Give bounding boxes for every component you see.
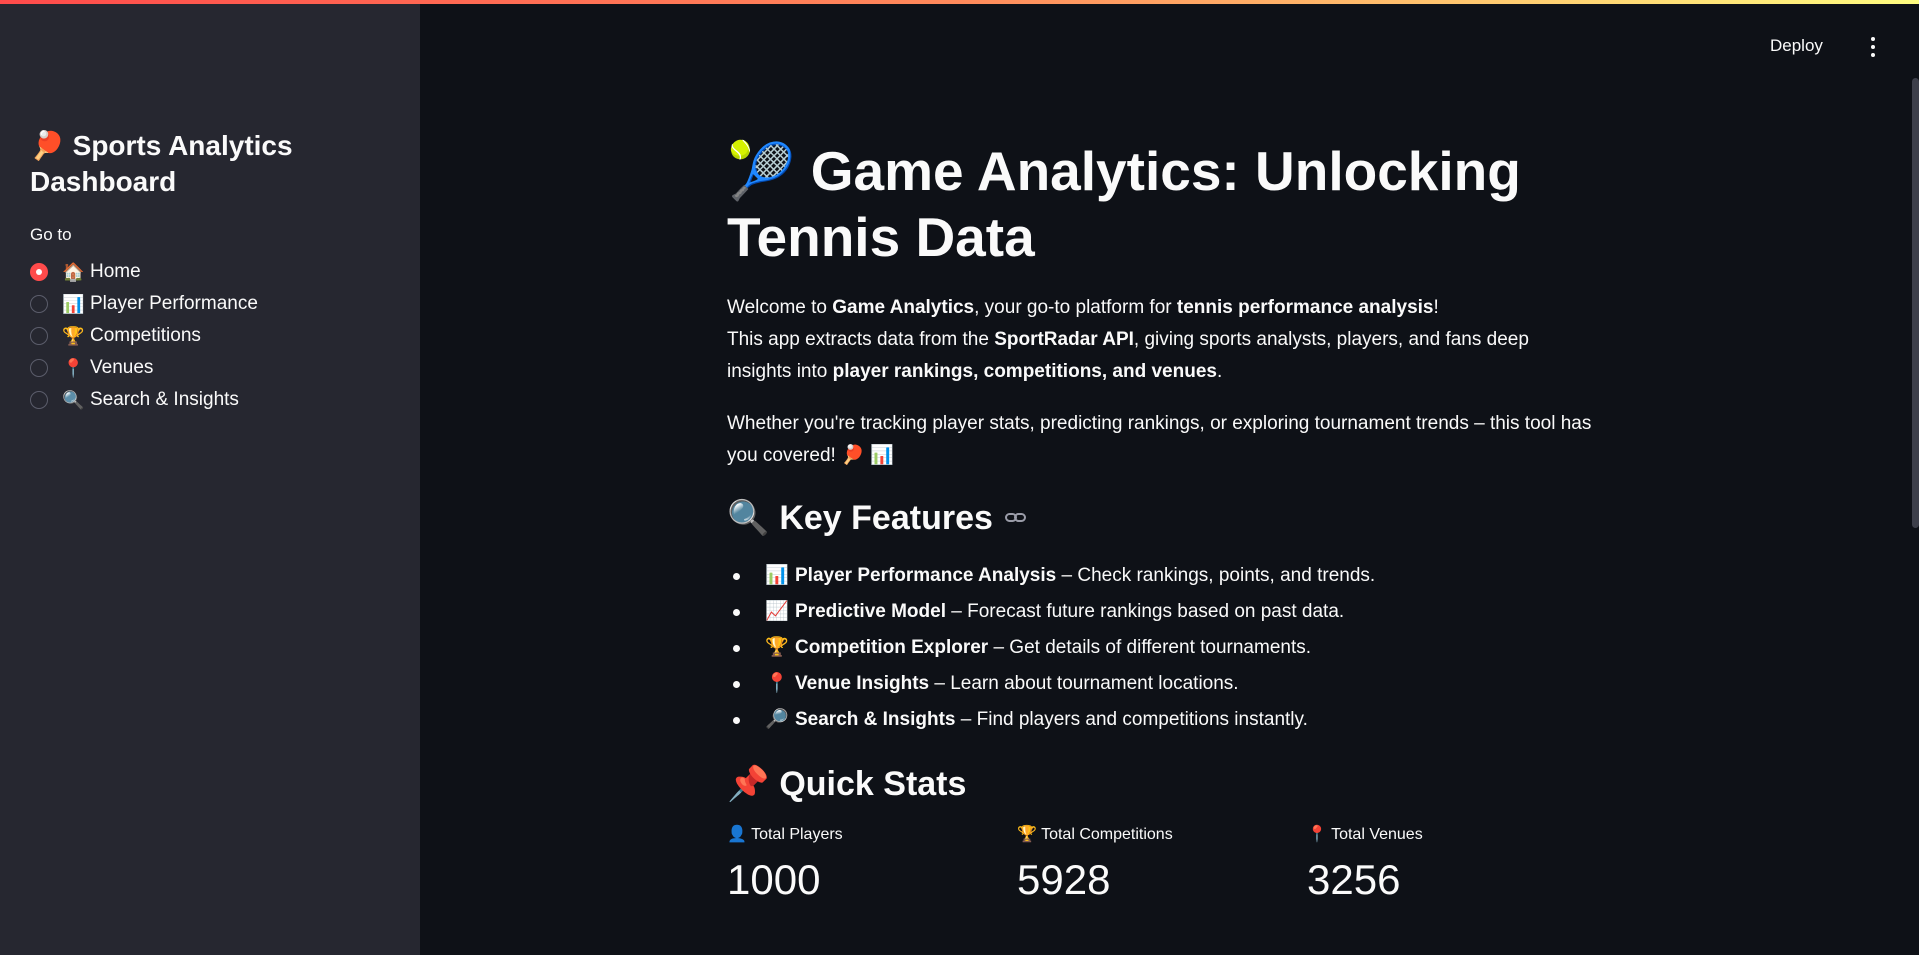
scrollbar[interactable]: [1912, 78, 1919, 528]
radio-icon[interactable]: [30, 295, 48, 313]
magnifier-icon: 🔍: [62, 389, 85, 410]
nav-item-label: Search & Insights: [90, 389, 239, 410]
list-item: 📊 Player Performance Analysis – Check ran…: [727, 558, 1597, 594]
metric-value: 5928: [1017, 856, 1111, 903]
trophy-icon: 🏆: [765, 637, 789, 658]
magnifier-icon: 🔎: [765, 709, 789, 730]
sidebar-title-text: Sports Analytics Dashboard: [30, 130, 293, 197]
sidebar-title: 🏓 Sports Analytics Dashboard: [30, 128, 370, 200]
metric-total-venues: 📍 Total Venues 3256: [1307, 824, 1597, 908]
radio-selected-icon[interactable]: [30, 263, 48, 281]
sidebar: 🏓 Sports Analytics Dashboard Go to 🏠 Hom…: [0, 0, 420, 955]
top-decoration-line: [0, 0, 1919, 4]
ping-pong-icon: 🏓: [30, 130, 65, 161]
intro-bold-text: tennis performance analysis: [1176, 297, 1434, 318]
intro-text: Welcome to: [727, 297, 833, 318]
metric-total-competitions: 🏆 Total Competitions 5928: [1017, 824, 1307, 908]
feature-title: Search & Insights: [795, 709, 956, 730]
metric-total-players: 👤 Total Players 1000: [727, 824, 1017, 908]
metric-label-text: Total Players: [751, 826, 843, 843]
deploy-button[interactable]: Deploy: [1770, 36, 1823, 56]
feature-desc: – Forecast future rankings based on past…: [946, 601, 1345, 622]
feature-title: Competition Explorer: [795, 637, 989, 658]
pin-icon: 📍: [62, 357, 85, 378]
nav-item-label: Player Performance: [90, 293, 258, 314]
intro-text: This app extracts data from the: [727, 329, 995, 350]
metric-label: 📍 Total Venues: [1307, 824, 1597, 846]
house-icon: 🏠: [62, 261, 85, 282]
feature-desc: – Check rankings, points, and trends.: [1056, 565, 1376, 586]
feature-desc: – Get details of different tournaments.: [988, 637, 1312, 658]
metric-label: 🏆 Total Competitions: [1017, 824, 1307, 846]
nav-item-player-performance[interactable]: 📊 Player Performance: [30, 288, 258, 320]
pin-icon: 📍: [1307, 826, 1327, 843]
key-features-heading-text: Key Features: [779, 499, 993, 537]
intro-bold-text: Game Analytics: [832, 297, 975, 318]
metric-label-text: Total Competitions: [1041, 826, 1173, 843]
metric-label-text: Total Venues: [1331, 826, 1423, 843]
trend-chart-icon: 📈: [765, 601, 789, 622]
nav-item-label: Home: [90, 261, 141, 282]
nav-item-label: Competitions: [90, 325, 201, 346]
page-radio-group: 🏠 Home 📊 Player Performance 🏆 Competitio…: [30, 256, 258, 416]
feature-desc: – Learn about tournament locations.: [929, 673, 1239, 694]
features-list: 📊 Player Performance Analysis – Check ran…: [727, 558, 1597, 738]
intro-text: , your go-to platform for: [974, 297, 1177, 318]
intro-text: !: [1433, 297, 1439, 318]
feature-desc: – Find players and competitions instantl…: [955, 709, 1308, 730]
key-features-heading: 🔍 Key Features: [727, 496, 1597, 540]
quick-stats-heading-text: Quick Stats: [779, 765, 967, 803]
main-menu-icon[interactable]: [1862, 34, 1884, 60]
page-title-text: Game Analytics: Unlocking Tennis Data: [727, 140, 1521, 268]
intro-bold-text: SportRadar API: [994, 329, 1134, 350]
nav-item-venues[interactable]: 📍 Venues: [30, 352, 258, 384]
goto-label: Go to: [30, 225, 72, 244]
trophy-icon: 🏆: [62, 325, 85, 346]
pin-icon: 📍: [765, 673, 789, 694]
feature-title: Player Performance Analysis: [795, 565, 1057, 586]
quick-stats-heading: 📌 Quick Stats: [727, 762, 1597, 806]
list-item: 📈 Predictive Model – Forecast future rank…: [727, 594, 1597, 630]
radio-icon[interactable]: [30, 327, 48, 345]
radio-icon[interactable]: [30, 359, 48, 377]
nav-item-label: Venues: [90, 357, 154, 378]
nav-item-search-insights[interactable]: 🔍 Search & Insights: [30, 384, 258, 416]
anchor-link-icon[interactable]: [1004, 511, 1027, 525]
radio-icon[interactable]: [30, 391, 48, 409]
person-icon: 👤: [727, 826, 747, 843]
intro-paragraph: Welcome to Game Analytics, your go-to pl…: [727, 292, 1597, 388]
page-title: 🎾 Game Analytics: Unlocking Tennis Data: [727, 138, 1597, 270]
feature-title: Venue Insights: [795, 673, 930, 694]
trophy-icon: 🏆: [1017, 826, 1037, 843]
intro-text: .: [1216, 361, 1223, 382]
magnifier-icon: 🔍: [727, 499, 770, 537]
feature-title: Predictive Model: [795, 601, 946, 622]
intro-bold-text: player rankings, competitions, and venue…: [832, 361, 1217, 382]
metric-value: 1000: [727, 856, 821, 903]
bar-chart-icon: 📊: [765, 565, 789, 586]
metric-value: 3256: [1307, 856, 1401, 903]
nav-item-competitions[interactable]: 🏆 Competitions: [30, 320, 258, 352]
tagline-paragraph: Whether you're tracking player stats, pr…: [727, 413, 1592, 466]
list-item: 📍 Venue Insights – Learn about tournament…: [727, 666, 1597, 702]
metric-label: 👤 Total Players: [727, 824, 1017, 846]
main-content: 🎾 Game Analytics: Unlocking Tennis Data …: [727, 138, 1597, 908]
pushpin-icon: 📌: [727, 765, 770, 803]
list-item: 🔎 Search & Insights – Find players and co…: [727, 702, 1597, 738]
bar-chart-icon: 📊: [62, 293, 85, 314]
nav-item-home[interactable]: 🏠 Home: [30, 256, 258, 288]
list-item: 🏆 Competition Explorer – Get details of d…: [727, 630, 1597, 666]
tennis-racket-icon: 🎾: [727, 140, 796, 202]
stats-row: 👤 Total Players 1000 🏆 Total Competition…: [727, 824, 1597, 908]
